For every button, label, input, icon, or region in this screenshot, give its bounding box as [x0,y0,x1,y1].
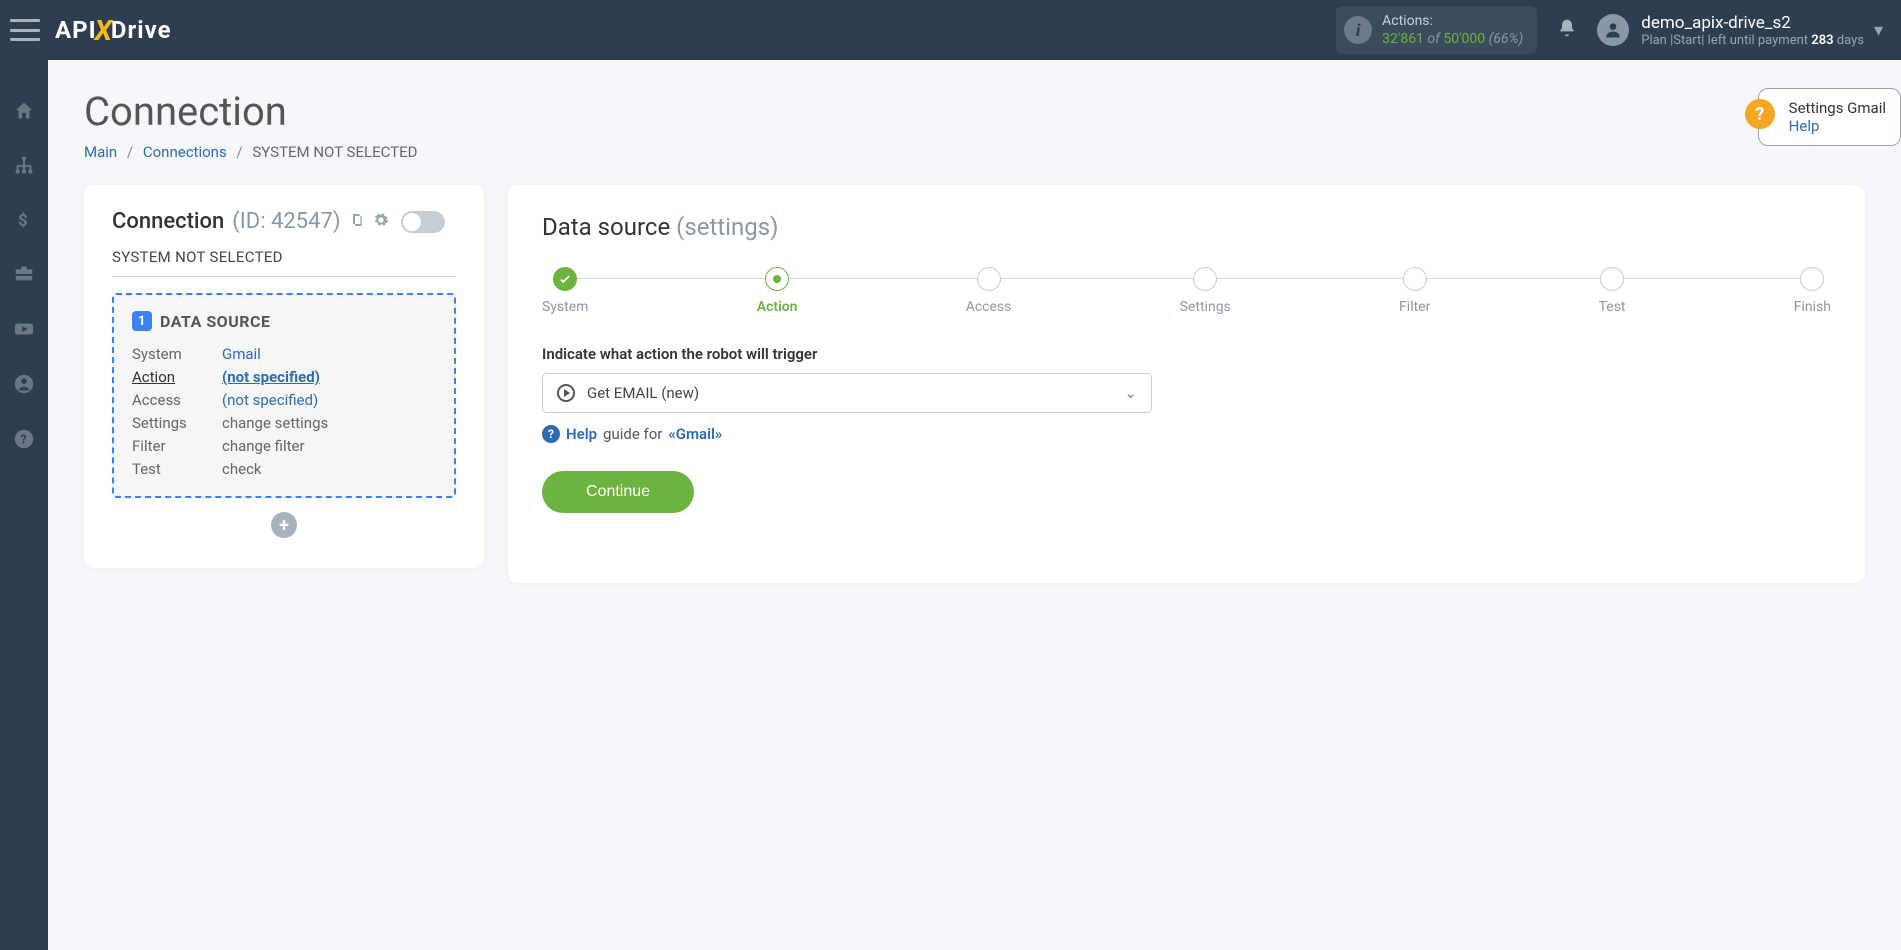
user-name: demo_apix-drive_s2 [1641,13,1864,33]
help-question-icon: ? [1745,99,1775,129]
actions-total: 50'000 [1443,31,1485,47]
actions-label: Actions: [1382,12,1523,30]
copy-icon[interactable] [349,212,365,232]
help-card-link[interactable]: Help [1789,117,1820,135]
row-access-label: Access [132,391,222,409]
logo-text-right: Drive [111,16,172,44]
step-action[interactable]: Action [757,267,798,315]
main-content: Connection Main / Connections / SYSTEM N… [48,60,1901,950]
action-select-value: Get EMAIL (new) [587,384,699,402]
data-source-settings-card: Data source (settings) System Action Acc… [508,185,1865,583]
help-question-icon: ? [542,425,560,443]
stepper: System Action Access Settings Filter Tes… [542,267,1831,315]
row-system-value[interactable]: Gmail [222,345,436,363]
help-card: ? Settings Gmail Help [1758,88,1901,146]
step-access[interactable]: Access [966,267,1012,315]
step-finish[interactable]: Finish [1794,267,1831,315]
connection-id: (ID: 42547) [232,209,340,234]
profile-icon[interactable] [12,373,36,400]
action-select[interactable]: Get EMAIL (new) ⌄ [542,373,1152,413]
step-test[interactable]: Test [1599,267,1626,315]
row-filter-label: Filter [132,437,222,455]
row-access-value[interactable]: (not specified) [222,391,436,409]
add-destination-button[interactable]: + [271,512,297,538]
step-settings[interactable]: Settings [1180,267,1231,315]
step-system[interactable]: System [542,267,588,315]
actions-of: of [1427,31,1443,47]
help-guide-line[interactable]: ? Help guide for «Gmail» [542,425,1831,443]
data-source-box: 1 DATA SOURCE System Gmail Action (not s… [112,293,456,498]
right-card-title: Data source (settings) [542,213,1831,241]
connections-icon[interactable] [12,155,36,182]
notifications-bell-icon[interactable] [1557,18,1577,43]
breadcrumb: Main / Connections / SYSTEM NOT SELECTED [84,143,1865,161]
actions-pct: (66%) [1489,31,1524,47]
row-filter-value[interactable]: change filter [222,437,436,455]
user-menu[interactable]: demo_apix-drive_s2 Plan |Start| left unt… [1597,13,1864,48]
system-status: SYSTEM NOT SELECTED [112,248,456,277]
ds-title: DATA SOURCE [160,312,270,331]
connection-card: Connection (ID: 42547) SYSTEM NOT SELECT… [84,185,484,568]
video-icon[interactable] [12,318,36,345]
avatar-icon [1597,14,1629,46]
svg-text:?: ? [20,433,26,448]
row-action-value[interactable]: (not specified) [222,368,436,386]
row-settings-value[interactable]: change settings [222,414,436,432]
actions-counter[interactable]: i Actions: 32'861 of 50'000 (66%) [1336,6,1537,54]
breadcrumb-current: SYSTEM NOT SELECTED [252,143,417,161]
actions-used: 32'861 [1382,31,1424,47]
logo-text-left: API [55,16,97,44]
breadcrumb-connections[interactable]: Connections [143,143,227,161]
chevron-down-icon: ⌄ [1124,384,1137,402]
ds-badge: 1 [132,311,152,331]
gear-icon[interactable] [373,212,389,232]
page-title: Connection [84,88,1865,135]
enable-toggle[interactable] [401,211,445,233]
row-system-label: System [132,345,222,363]
row-test-label: Test [132,460,222,478]
breadcrumb-main[interactable]: Main [84,143,117,161]
row-test-value[interactable]: check [222,460,436,478]
help-icon[interactable]: ? [12,428,36,455]
home-icon[interactable] [12,100,36,127]
action-field-label: Indicate what action the robot will trig… [542,345,1831,363]
sidebar: $ ? [0,60,48,950]
help-card-title: Settings Gmail [1789,99,1886,117]
logo[interactable]: API X Drive [55,14,172,47]
play-icon [557,384,575,402]
billing-icon[interactable]: $ [12,210,36,235]
briefcase-icon[interactable] [12,263,36,290]
info-icon: i [1344,16,1372,44]
row-settings-label: Settings [132,414,222,432]
step-filter[interactable]: Filter [1399,267,1430,315]
user-plan: Plan |Start| left until payment 283 days [1641,33,1864,48]
continue-button[interactable]: Continue [542,471,694,513]
chevron-down-icon[interactable]: ▾ [1874,20,1883,41]
topbar: API X Drive i Actions: 32'861 of 50'000 … [0,0,1901,60]
hamburger-menu-icon[interactable] [10,19,40,41]
connection-title: Connection [112,209,224,234]
row-action-label: Action [132,368,222,386]
svg-text:$: $ [18,212,28,230]
